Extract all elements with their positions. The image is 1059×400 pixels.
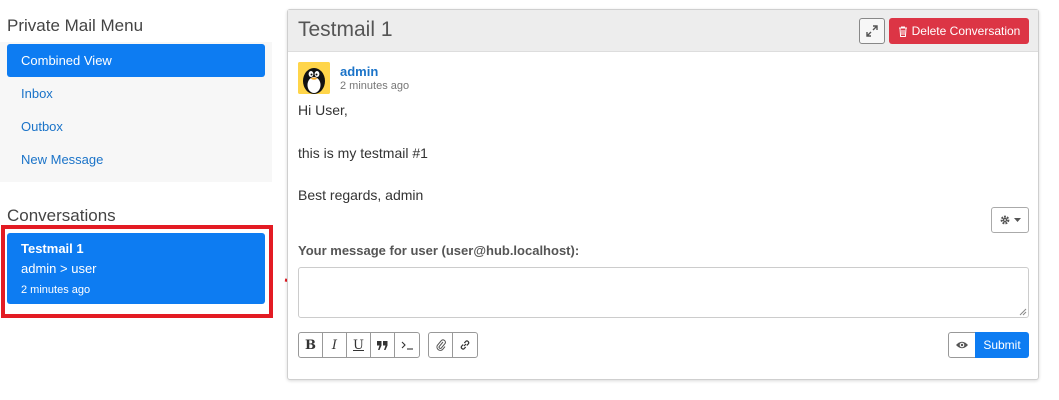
conversation-panel: Testmail 1 Delete Conversation admin 2 m…	[287, 9, 1039, 380]
menu-item-combined-view[interactable]: Combined View	[7, 44, 265, 77]
attachment-toolbar	[428, 332, 478, 358]
underline-button[interactable]: U	[347, 333, 371, 357]
trash-icon	[898, 26, 907, 37]
preview-button[interactable]	[948, 332, 976, 358]
menu-title: Private Mail Menu	[7, 16, 144, 35]
message-author[interactable]: admin	[340, 64, 378, 79]
message-line-greeting: Hi User,	[298, 102, 348, 118]
attach-file-button[interactable]	[429, 333, 453, 357]
delete-conversation-label: Delete Conversation	[911, 24, 1021, 38]
message-settings-button[interactable]	[991, 207, 1029, 233]
conversation-title: Testmail 1	[21, 241, 84, 256]
code-button[interactable]	[395, 333, 419, 357]
caret-down-icon	[1014, 217, 1021, 222]
submit-button[interactable]: Submit	[975, 332, 1029, 358]
formatting-toolbar: B I U	[298, 332, 420, 358]
quote-button[interactable]	[371, 333, 395, 357]
menu-item-outbox[interactable]: Outbox	[7, 110, 265, 143]
gear-icon	[1000, 215, 1010, 225]
italic-button[interactable]: I	[323, 333, 347, 357]
resize-handle-icon[interactable]	[1019, 308, 1027, 316]
menu-item-new-message[interactable]: New Message	[7, 143, 265, 176]
bold-button[interactable]: B	[299, 333, 323, 357]
paperclip-icon	[435, 339, 446, 351]
tux-penguin-icon	[298, 62, 330, 94]
conversations-title: Conversations	[7, 206, 116, 225]
conversation-item[interactable]: Testmail 1 admin > user 2 minutes ago	[7, 233, 265, 304]
mail-menu: Combined View Inbox Outbox New Message	[0, 42, 272, 182]
conversation-participants: admin > user	[21, 261, 97, 276]
code-icon	[401, 341, 413, 350]
quote-icon	[377, 340, 388, 350]
expand-icon	[866, 25, 878, 37]
expand-button[interactable]	[859, 18, 885, 44]
reply-textarea[interactable]	[298, 267, 1029, 318]
reply-label: Your message for user (user@hub.localhos…	[298, 243, 580, 258]
conversation-heading: Testmail 1	[298, 18, 393, 41]
message-time: 2 minutes ago	[340, 80, 410, 92]
delete-conversation-button[interactable]: Delete Conversation	[889, 18, 1029, 44]
eye-icon	[956, 341, 968, 349]
panel-header: Testmail 1 Delete Conversation	[288, 10, 1038, 52]
conversation-time: 2 minutes ago	[21, 284, 91, 296]
menu-item-inbox[interactable]: Inbox	[7, 77, 265, 110]
link-icon	[460, 340, 470, 350]
message-line-body: this is my testmail #1	[298, 145, 428, 161]
insert-link-button[interactable]	[453, 333, 477, 357]
message-line-signoff: Best regards, admin	[298, 187, 424, 203]
